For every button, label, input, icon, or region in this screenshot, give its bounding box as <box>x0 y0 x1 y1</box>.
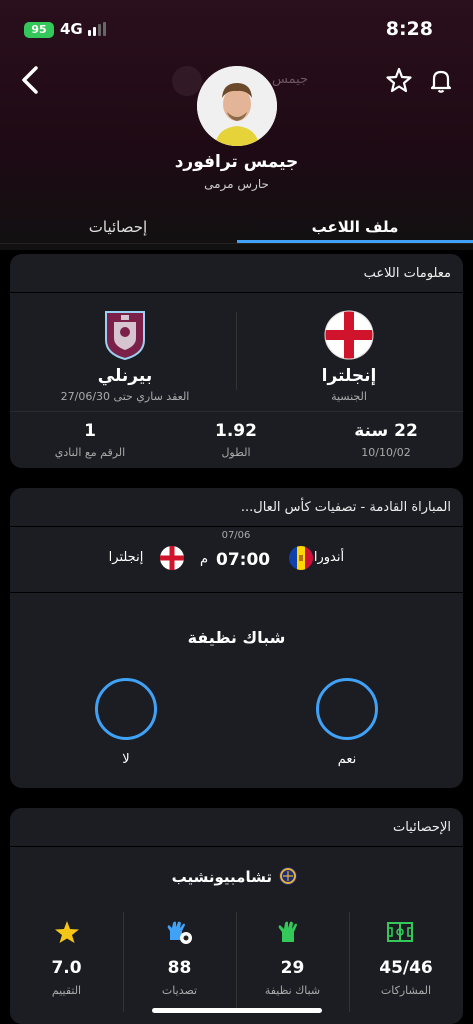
network-label: 4G <box>60 20 83 38</box>
player-info-title: معلومات اللاعب <box>363 266 451 281</box>
match-ampm: م <box>200 552 209 567</box>
contract-text: العقد ساري حتى 27/06/30 <box>60 390 190 403</box>
ghost-player-name: جيمس <box>272 72 309 87</box>
stats-title: الإحصائيات <box>392 820 451 835</box>
england-flag-icon <box>160 546 184 570</box>
bell-icon <box>430 70 452 93</box>
poll-no-option[interactable] <box>95 678 157 740</box>
player-info-card: معلومات اللاعب إنجلترا الجنسية بيرنلي ال… <box>10 254 463 468</box>
away-team-name[interactable]: إنجلترا <box>96 550 156 565</box>
poll-no-label: لا <box>122 752 130 767</box>
competition-name[interactable]: تشامبيونشيب <box>172 868 272 886</box>
shirt-number: 1 <box>84 421 96 441</box>
stat-label: تصديات <box>161 984 198 997</box>
championship-logo-icon <box>278 866 298 886</box>
player-avatar <box>197 66 277 146</box>
england-flag-icon <box>324 310 374 360</box>
height-value: 1.92 <box>215 421 257 441</box>
burnley-crest-icon[interactable] <box>104 310 146 361</box>
back-button[interactable] <box>14 62 50 98</box>
player-name: جيمس ترافورد <box>174 152 299 172</box>
card-divider <box>10 292 463 293</box>
card-divider <box>10 592 463 593</box>
match-date: 07/06 <box>221 530 251 541</box>
stat-label: المشاركات <box>380 984 432 997</box>
age-value: 22 سنة <box>354 421 418 441</box>
tab-profile[interactable]: ملف اللاعب <box>237 218 473 236</box>
next-match-card[interactable]: المباراة القادمة - تصفيات كأس العال... 0… <box>10 488 463 788</box>
birth-date: 10/10/02 <box>361 446 411 459</box>
favorite-button[interactable] <box>381 62 417 98</box>
nationality-label: الجنسية <box>331 390 367 403</box>
stat-value: 88 <box>167 958 192 978</box>
notifications-button[interactable] <box>423 62 459 98</box>
stat-value: 45/46 <box>379 958 433 978</box>
tab-stats[interactable]: إحصائيات <box>0 218 236 236</box>
status-bar: 95 4G 8:28 <box>0 0 473 60</box>
card-divider <box>10 411 463 412</box>
tabs-divider <box>0 243 473 244</box>
star-outline-icon <box>386 67 412 93</box>
nationality-value: إنجلترا <box>321 366 377 386</box>
stat-label: شباك نظيفة <box>264 984 321 997</box>
battery-indicator: 95 <box>24 22 54 38</box>
save-icon <box>166 920 194 946</box>
chevron-left-icon <box>22 66 38 94</box>
next-match-title: المباراة القادمة - تصفيات كأس العال... <box>240 500 451 515</box>
signal-icon <box>88 22 110 36</box>
ghost-avatar <box>172 66 202 96</box>
card-divider <box>10 526 463 527</box>
andorra-flag-icon <box>289 546 313 570</box>
stat-value: 29 <box>280 958 305 978</box>
poll-yes-label: نعم <box>337 752 357 767</box>
glove-icon <box>276 920 302 944</box>
stat-label: التقييم <box>51 984 82 997</box>
match-time: 07:00 <box>216 550 271 570</box>
info-divider <box>236 312 237 390</box>
club-name[interactable]: بيرنلي <box>25 366 225 386</box>
star-icon <box>54 920 80 944</box>
stat-value: 7.0 <box>51 958 82 978</box>
poll-yes-option[interactable] <box>316 678 378 740</box>
shirt-number-label: الرقم مع النادي <box>54 446 126 459</box>
height-label: الطول <box>221 446 251 459</box>
tab-bar: ملف اللاعب إحصائيات <box>0 218 473 246</box>
stats-card: الإحصائيات تشامبيونشيب 45/46 المشاركات 2… <box>10 808 463 1024</box>
card-divider <box>10 846 463 847</box>
status-time: 8:28 <box>385 18 433 40</box>
pitch-icon <box>386 920 414 944</box>
player-position: حارس مرمى <box>204 177 269 191</box>
battery-level: 95 <box>31 23 47 36</box>
poll-title: شباك نظيفة <box>187 628 286 647</box>
home-indicator[interactable] <box>152 1008 322 1013</box>
